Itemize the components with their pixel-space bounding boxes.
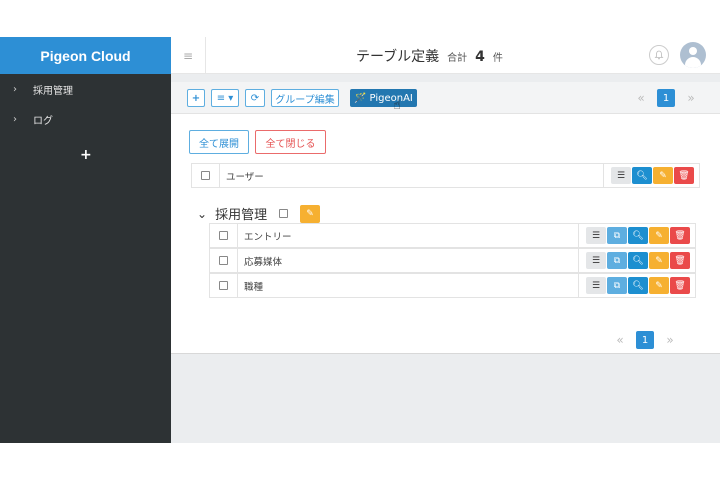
list-icon[interactable]: ☰ [586, 277, 606, 294]
count-value: 4 [475, 49, 485, 65]
pigeonai-label: PigeonAI [369, 92, 413, 104]
group-edit-button[interactable]: グループ編集 [271, 89, 339, 107]
row-actions: ☰ ⧉ 🔍︎ ✎ 🗑︎ [578, 223, 695, 248]
sidebar-item-label: ログ [33, 115, 53, 127]
edit-icon[interactable]: ✎ [649, 252, 669, 269]
row-actions: ☰ ⧉ 🔍︎ ✎ 🗑︎ [578, 248, 695, 273]
list-icon[interactable]: ☰ [586, 227, 606, 244]
group-edit-icon[interactable]: ✎ [300, 204, 321, 223]
edit-icon[interactable]: ✎ [653, 167, 673, 184]
table-name[interactable]: ユーザー [220, 169, 603, 183]
trash-icon[interactable]: 🗑︎ [670, 227, 690, 244]
group-checkbox[interactable] [279, 209, 289, 218]
chevron-down-icon[interactable]: ⌄ [197, 207, 207, 221]
count-unit: 件 [492, 53, 503, 64]
list-icon[interactable]: ☰ [611, 167, 631, 184]
table-name[interactable]: 職種 [238, 279, 578, 293]
row-checkbox[interactable] [219, 281, 228, 290]
app-window: Pigeon Cloud › 採用管理 › ログ + ≡ テーブル定義 合計 4… [0, 37, 720, 443]
expand-all-button[interactable]: 全て展開 [189, 130, 249, 154]
copy-icon[interactable]: ⧉ [607, 277, 627, 294]
user-avatar-icon[interactable] [680, 42, 706, 68]
table-name[interactable]: エントリー [238, 229, 578, 243]
search-icon[interactable]: 🔍︎ [632, 167, 652, 184]
pigeonai-button[interactable]: 🪄 PigeonAI [350, 89, 417, 107]
hand-cursor-icon: ☝ [393, 98, 401, 113]
row-actions: ☰ ⧉ 🔍︎ ✎ 🗑︎ [578, 273, 695, 298]
main-content: ≡ テーブル定義 合計 4 件 + ≡ ▾ ⟳ グループ編集 🪄 PigeonA… [171, 37, 720, 443]
list-icon[interactable]: ☰ [586, 252, 606, 269]
bell-icon[interactable] [649, 45, 669, 65]
row-checkbox[interactable] [219, 256, 228, 265]
magic-wand-icon: 🪄 [354, 92, 367, 104]
search-icon[interactable]: 🔍︎ [628, 252, 648, 269]
top-bar: ≡ テーブル定義 合計 4 件 [171, 37, 720, 74]
hamburger-icon[interactable]: ≡ [171, 37, 206, 74]
chevron-right-icon: › [13, 83, 17, 95]
row-checkbox[interactable] [219, 231, 228, 240]
trash-icon[interactable]: 🗑︎ [670, 277, 690, 294]
menu-dropdown-button[interactable]: ≡ ▾ [211, 89, 239, 107]
table-row: 応募媒体 ☰ ⧉ 🔍︎ ✎ 🗑︎ [209, 248, 696, 273]
next-page-button[interactable]: » [685, 91, 697, 105]
table-row: エントリー ☰ ⧉ 🔍︎ ✎ 🗑︎ [209, 223, 696, 248]
next-page-button[interactable]: » [664, 333, 676, 347]
page-1-button[interactable]: 1 [657, 89, 675, 107]
sidebar-item-log[interactable]: › ログ [0, 104, 171, 134]
top-pagination: « 1 » [635, 89, 697, 107]
group-name: 採用管理 [215, 208, 268, 223]
count-label: 合計 [447, 53, 468, 64]
copy-icon[interactable]: ⧉ [607, 252, 627, 269]
table-name[interactable]: 応募媒体 [238, 254, 578, 268]
bottom-pagination: « 1 » [614, 331, 676, 349]
sidebar: Pigeon Cloud › 採用管理 › ログ + [0, 37, 171, 443]
page-title-area: テーブル定義 合計 4 件 [356, 46, 503, 66]
row-actions: ☰ 🔍︎ ✎ 🗑︎ [603, 163, 699, 188]
trash-icon[interactable]: 🗑︎ [674, 167, 694, 184]
divider [171, 353, 720, 354]
table-definition-panel: + ≡ ▾ ⟳ グループ編集 🪄 PigeonAI ☝ « 1 » 全て展開 全… [171, 82, 720, 354]
plus-icon[interactable]: + [80, 147, 92, 163]
search-icon[interactable]: 🔍︎ [628, 277, 648, 294]
refresh-button[interactable]: ⟳ [245, 89, 265, 107]
prev-page-button[interactable]: « [635, 91, 647, 105]
prev-page-button[interactable]: « [614, 333, 626, 347]
brand-logo[interactable]: Pigeon Cloud [0, 37, 171, 74]
page-title: テーブル定義 [356, 49, 440, 65]
sidebar-item-recruit[interactable]: › 採用管理 [0, 74, 171, 104]
toolbar: + ≡ ▾ ⟳ グループ編集 🪄 PigeonAI ☝ « 1 » [171, 82, 720, 114]
table-row: 職種 ☰ ⧉ 🔍︎ ✎ 🗑︎ [209, 273, 696, 298]
trash-icon[interactable]: 🗑︎ [670, 252, 690, 269]
add-button[interactable]: + [187, 89, 205, 107]
page-1-button[interactable]: 1 [636, 331, 654, 349]
sidebar-item-label: 採用管理 [33, 85, 73, 97]
row-checkbox[interactable] [201, 171, 210, 180]
chevron-right-icon: › [13, 113, 17, 125]
group-header: ⌄ 採用管理 ✎ [197, 204, 321, 223]
table-row: ユーザー ☰ 🔍︎ ✎ 🗑︎ [191, 163, 700, 188]
collapse-all-button[interactable]: 全て閉じる [255, 130, 326, 154]
search-icon[interactable]: 🔍︎ [628, 227, 648, 244]
edit-icon[interactable]: ✎ [649, 227, 669, 244]
copy-icon[interactable]: ⧉ [607, 227, 627, 244]
edit-icon[interactable]: ✎ [649, 277, 669, 294]
